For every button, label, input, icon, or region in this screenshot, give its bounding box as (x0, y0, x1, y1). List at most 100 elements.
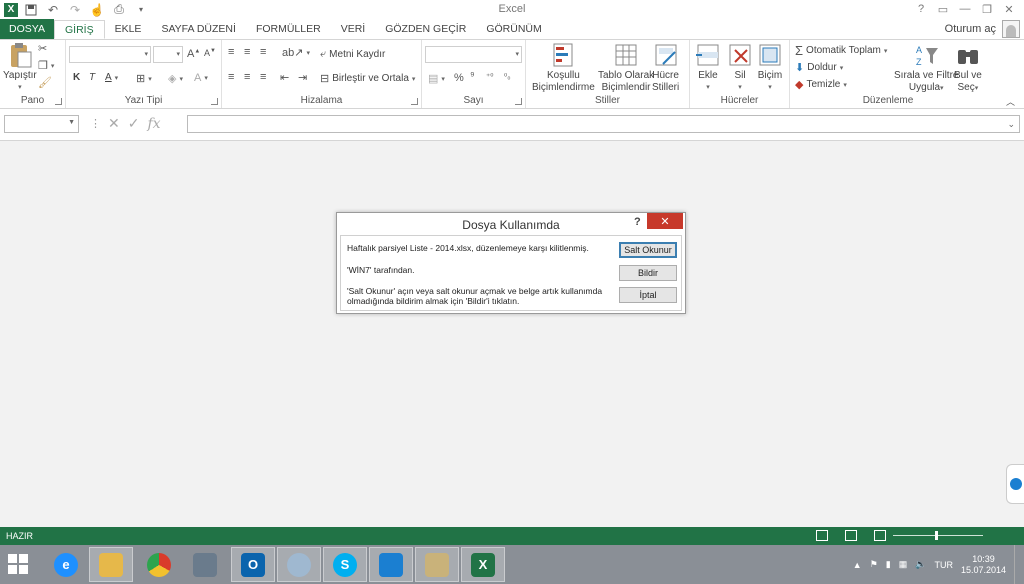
format-painter-icon[interactable]: 🖌 (38, 76, 52, 89)
expand-formula-bar-icon[interactable]: ⌄ (1007, 119, 1015, 130)
action-center-flag-icon[interactable]: ⚑ (870, 559, 878, 570)
taskbar-paint[interactable] (415, 547, 459, 582)
fill-color-icon[interactable]: ◈ ▾ (168, 72, 183, 85)
name-box[interactable]: ▼ (4, 115, 79, 133)
taskbar-skype[interactable]: S (323, 547, 367, 582)
sort-filter-button[interactable]: AZ Sırala ve Filtre Uygula▾ (894, 42, 958, 95)
bottom-align-icon[interactable]: ≡ (260, 46, 266, 58)
taskbar-file-explorer[interactable] (89, 547, 133, 582)
conditional-formatting-button[interactable]: Koşullu Biçimlendirme (532, 42, 595, 94)
page-break-view-icon[interactable] (874, 530, 886, 541)
underline-button[interactable]: A ▾ (105, 72, 118, 83)
font-launcher-icon[interactable] (211, 98, 218, 105)
shrink-font-icon[interactable]: A▼ (204, 48, 216, 58)
number-launcher-icon[interactable] (515, 98, 522, 105)
comma-style-button[interactable]: ⁹ (470, 70, 475, 82)
taskbar-calculator[interactable] (183, 547, 227, 582)
print-preview-icon[interactable]: ⎙ (110, 2, 128, 18)
decrease-decimal-icon[interactable]: ⁰₀ (504, 72, 511, 81)
accounting-format-icon[interactable]: ▤ ▾ (428, 72, 445, 85)
page-layout-view-icon[interactable] (845, 530, 857, 541)
notify-button[interactable]: Bildir (619, 265, 677, 281)
tab-data[interactable]: VERİ (331, 19, 376, 39)
redo-icon[interactable]: ↷ (66, 2, 84, 18)
middle-align-icon[interactable]: ≡ (244, 46, 250, 58)
align-right-icon[interactable]: ≡ (260, 71, 266, 83)
top-align-icon[interactable]: ≡ (228, 46, 234, 58)
tab-insert[interactable]: EKLE (105, 19, 152, 39)
paste-button[interactable]: Yapıştır ▾ (3, 42, 37, 94)
decrease-indent-icon[interactable]: ⇤ (280, 71, 289, 84)
tab-home[interactable]: GİRİŞ (53, 20, 105, 39)
orientation-icon[interactable]: ab↗ ▾ (282, 46, 310, 59)
name-box-dropdown-icon[interactable]: ▼ (68, 119, 75, 126)
copy-icon[interactable]: ❐ ▾ (38, 59, 54, 72)
font-color-icon[interactable]: A ▾ (194, 72, 208, 84)
avatar-icon[interactable] (1002, 20, 1020, 38)
increase-decimal-icon[interactable]: ⁺⁰ (486, 72, 493, 81)
format-as-table-button[interactable]: Tablo Olarak Biçimlendir (598, 42, 654, 94)
enter-entry-icon[interactable]: ✓ (128, 115, 140, 132)
sign-in[interactable]: Oturum aç (945, 19, 1020, 39)
italic-button[interactable]: T (89, 72, 95, 83)
clipboard-launcher-icon[interactable] (55, 98, 62, 105)
taskbar-chrome[interactable] (137, 547, 181, 582)
cancel-entry-icon[interactable]: ✕ (108, 115, 120, 132)
help-button[interactable]: ? (910, 0, 932, 18)
find-select-button[interactable]: Bul ve Seç▾ (954, 42, 982, 95)
taskbar-excel[interactable]: X (461, 547, 505, 582)
normal-view-icon[interactable] (816, 530, 828, 541)
restore-button[interactable]: ❐ (976, 0, 998, 18)
percent-style-button[interactable]: % (454, 72, 464, 84)
touch-mode-icon[interactable]: ☝ (88, 2, 106, 18)
tab-page-layout[interactable]: SAYFA DÜZENİ (151, 19, 246, 39)
align-left-icon[interactable]: ≡ (228, 71, 234, 83)
alignment-launcher-icon[interactable] (411, 98, 418, 105)
power-icon[interactable]: ▮ (886, 559, 891, 570)
merge-center-button[interactable]: ⊟ Birleştir ve Ortala ▾ (320, 72, 415, 85)
tab-formulas[interactable]: FORMÜLLER (246, 19, 331, 39)
tab-view[interactable]: GÖRÜNÜM (476, 19, 551, 39)
undo-icon[interactable]: ↶ (44, 2, 62, 18)
tray-overflow-icon[interactable]: ▲ (853, 560, 862, 570)
sign-in-label[interactable]: Oturum aç (945, 23, 996, 35)
cancel-button[interactable]: İptal (619, 287, 677, 303)
close-window-button[interactable]: ✕ (998, 0, 1020, 18)
tab-file[interactable]: DOSYA (0, 19, 54, 39)
font-size-select[interactable]: ▾ (153, 46, 183, 63)
taskbar-globe-app[interactable] (277, 547, 321, 582)
network-icon[interactable]: ▦ (899, 559, 908, 570)
minimize-button[interactable]: — (954, 0, 976, 18)
increase-indent-icon[interactable]: ⇥ (298, 71, 307, 84)
customize-qat-icon[interactable]: ▾ (132, 2, 150, 18)
tab-review[interactable]: GÖZDEN GEÇİR (375, 19, 476, 39)
font-name-select[interactable]: ▾ (69, 46, 151, 63)
insert-function-button[interactable]: fx (147, 115, 160, 132)
taskbar-outlook[interactable]: O (231, 547, 275, 582)
show-desktop-button[interactable] (1014, 545, 1020, 584)
grow-font-icon[interactable]: A▲ (187, 48, 200, 60)
ribbon-display-options-button[interactable]: ▭ (932, 0, 954, 18)
taskbar-teamviewer[interactable] (369, 547, 413, 582)
align-center-icon[interactable]: ≡ (244, 71, 250, 83)
insert-cells-button[interactable]: Ekle ▾ (695, 42, 721, 94)
clear-button[interactable]: ◆ Temizle ▾ (795, 78, 847, 91)
teamviewer-side-icon[interactable] (1006, 464, 1024, 504)
bold-button[interactable]: K (73, 72, 80, 83)
cut-icon[interactable]: ✂ (38, 42, 47, 55)
autosum-button[interactable]: Σ Otomatik Toplam ▾ (795, 43, 887, 58)
formula-input[interactable]: ⌄ (187, 115, 1020, 133)
save-icon[interactable] (22, 2, 40, 18)
read-only-button[interactable]: Salt Okunur (619, 242, 677, 258)
clock[interactable]: 10:39 15.07.2014 (961, 554, 1006, 576)
delete-cells-button[interactable]: Sil ▾ (727, 42, 753, 94)
wrap-text-button[interactable]: ⤶ Metni Kaydır (320, 48, 385, 61)
language-indicator[interactable]: TUR (934, 560, 953, 570)
borders-icon[interactable]: ⊞ ▾ (136, 72, 152, 85)
number-format-select[interactable]: ▾ (425, 46, 522, 63)
windows-start-icon[interactable] (4, 550, 32, 578)
dialog-help-button[interactable]: ? (634, 216, 641, 228)
collapse-ribbon-icon[interactable]: ︿ (1006, 95, 1015, 108)
volume-icon[interactable]: 🔈 (915, 559, 926, 570)
fill-button[interactable]: ⬇ Doldur ▾ (795, 61, 843, 74)
